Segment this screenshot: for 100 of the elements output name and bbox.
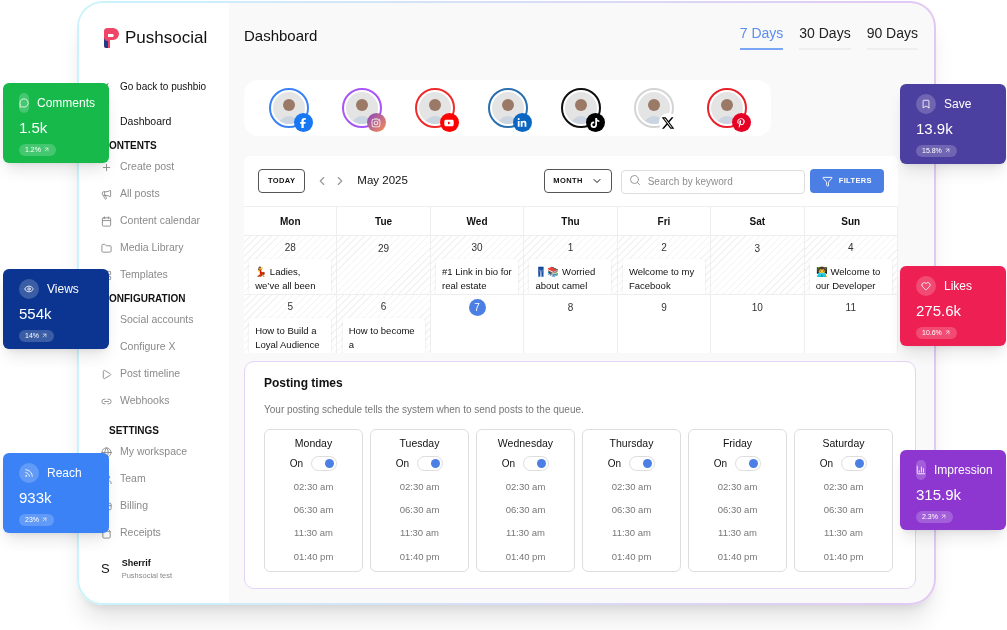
day-number: 29 [377, 242, 391, 256]
time-slot: 11:30 am [824, 526, 863, 541]
day-number: 2 [660, 241, 668, 255]
stat-value: 275.6k [916, 301, 963, 321]
range-tab[interactable]: 90 Days [866, 23, 918, 50]
day-cell[interactable]: 30 #1 Link in bio for real estate [430, 236, 525, 294]
time-slot: 11:30 am [718, 526, 757, 541]
sidebar-item[interactable]: Content calendar [120, 213, 200, 229]
day-cell[interactable]: 6 How to become a [337, 295, 431, 353]
day-cell[interactable]: 4 👨‍💻 Welcome to our Developer [804, 236, 898, 294]
section-heading: ONFIGURATION [108, 291, 186, 306]
weekday-header: Fri [617, 207, 712, 235]
arrow-up-right-icon [41, 332, 48, 339]
time-slot: 11:30 am [506, 526, 545, 541]
day-number: 1 [566, 241, 575, 255]
event-card[interactable]: How to Build a Loyal Audience [249, 318, 332, 353]
status-label: On [501, 456, 516, 471]
stat-value: 315.9k [916, 485, 963, 505]
arrow-up-right-icon [42, 146, 50, 153]
weekday-header: Thu [524, 207, 618, 235]
event-card[interactable]: 👖📚 Worried about camel [529, 259, 612, 294]
sidebar-item[interactable]: Create post [120, 159, 175, 175]
weekday-header: Wed [430, 207, 525, 235]
day-cell[interactable]: 2 Welcome to my Facebook [617, 236, 712, 294]
play-icon [101, 368, 112, 380]
sidebar-item[interactable]: Billing [120, 498, 148, 514]
sidebar-item[interactable]: My workspace [120, 444, 188, 460]
search-field[interactable]: Search by keyword [620, 169, 805, 194]
range-tab[interactable]: 30 Days [799, 23, 851, 50]
time-slot: 02:30 am [505, 479, 546, 494]
day-number: 6 [379, 300, 388, 314]
stat-value: 1.5k [19, 118, 49, 138]
section-heading: SETTINGS [108, 423, 159, 438]
status-label: On [289, 456, 304, 471]
day-number: 30 [470, 241, 484, 255]
sidebar-item[interactable]: Templates [120, 267, 168, 283]
time-slot: 06:30 am [293, 503, 334, 518]
time-slot: 01:40 pm [505, 549, 546, 564]
event-card[interactable]: Welcome to my Facebook [622, 259, 705, 294]
globe-icon [101, 446, 112, 458]
chart-icon [916, 460, 926, 480]
youtube-icon [439, 113, 459, 132]
day-number: 5 [286, 300, 294, 314]
sidebar-item[interactable]: Webhooks [120, 393, 170, 409]
weekday-name: Tuesday [399, 436, 440, 451]
filter-icon [821, 175, 833, 187]
arrow-up-right-icon [41, 516, 48, 523]
sidebar-item[interactable]: Configure X [120, 339, 176, 355]
time-slot: 11:30 am [612, 526, 651, 541]
time-slot: 02:30 am [293, 479, 334, 494]
page-title: Dashboard [244, 26, 318, 46]
day-cell[interactable]: 29 [337, 236, 431, 294]
tiktok-icon [585, 113, 605, 132]
day-cell[interactable]: 28 💃 Ladies, we’ve all been [244, 236, 338, 294]
time-slot: 06:30 am [399, 503, 440, 518]
status-label: On [713, 456, 728, 471]
time-slot: 11:30 am [294, 526, 333, 541]
back-link[interactable]: Go back to pushbio [120, 79, 207, 94]
time-slot: 02:30 am [717, 479, 758, 494]
weekday-name: Thursday [609, 436, 654, 451]
event-card[interactable]: 💃 Ladies, we’ve all been [249, 259, 332, 294]
eye-icon [19, 279, 39, 299]
event-card[interactable]: #1 Link in bio for real estate [436, 259, 519, 294]
pinterest-icon [731, 113, 751, 132]
sidebar-item[interactable]: Media Library [120, 240, 184, 256]
search-icon [628, 174, 641, 187]
day-cell[interactable]: 3 [711, 236, 805, 294]
time-slot: 06:30 am [611, 503, 652, 518]
stat-label: Impression [934, 462, 993, 479]
sidebar-item[interactable]: Team [120, 471, 146, 487]
time-slot: 06:30 am [823, 503, 864, 518]
event-card[interactable]: 👨‍💻 Welcome to our Developer [809, 259, 892, 294]
day-number: 9 [660, 301, 668, 315]
stat-label: Comments [37, 95, 95, 112]
time-slot: 01:40 pm [717, 549, 758, 564]
event-card[interactable]: How to become a [342, 318, 425, 353]
megaphone-icon [101, 188, 112, 200]
weekday-name: Wednesday [497, 436, 554, 451]
stat-value: 13.9k [916, 119, 954, 139]
sidebar-item[interactable]: All posts [120, 186, 160, 202]
section-heading: ONTENTS [108, 138, 157, 153]
time-slot: 11:30 am [400, 526, 439, 541]
sidebar-item[interactable]: Social accounts [120, 312, 194, 328]
bookmark-icon [916, 94, 936, 114]
sidebar-item[interactable]: Post timeline [120, 366, 181, 382]
time-slot: 01:40 pm [293, 549, 334, 564]
stat-value: 554k [19, 304, 53, 324]
time-slot: 02:30 am [823, 479, 864, 494]
time-slot: 06:30 am [505, 503, 546, 518]
time-slot: 02:30 am [399, 479, 440, 494]
status-label: On [607, 456, 622, 471]
day-number: 11 [844, 301, 857, 315]
day-cell[interactable]: 1 👖📚 Worried about camel [524, 236, 618, 294]
sidebar-item[interactable]: Receipts [120, 525, 161, 541]
stat-value: 933k [19, 488, 53, 508]
sidebar-item[interactable]: Dashboard [120, 114, 172, 130]
time-slot: 01:40 pm [399, 549, 440, 564]
folder-icon [101, 242, 112, 254]
time-slot: 01:40 pm [823, 549, 864, 564]
day-cell[interactable]: 5 How to Build a Loyal Audience [244, 295, 338, 353]
